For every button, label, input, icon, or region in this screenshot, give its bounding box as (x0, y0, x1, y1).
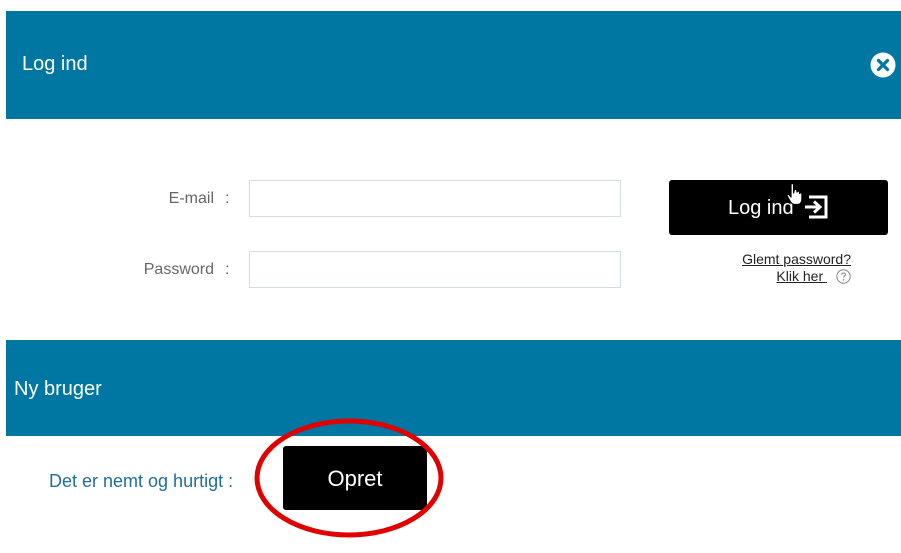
new-user-description: Det er nemt og hurtigt : (49, 471, 234, 491)
password-label: Password (143, 261, 214, 278)
create-button-label: Opret (327, 466, 383, 491)
login-header-title: Log ind (22, 53, 88, 75)
login-page: Log ind E-mail : Password : Log ind Glem… (0, 0, 901, 553)
forgot-password-link[interactable]: Glemt password? (700, 251, 851, 267)
email-label: E-mail (168, 190, 214, 207)
click-here-link[interactable]: Klik her (776, 268, 827, 284)
password-colon: : (225, 261, 230, 278)
click-here-row: Klik her (700, 268, 851, 284)
close-circle-icon (870, 52, 896, 78)
question-circle-icon[interactable] (836, 269, 851, 284)
create-account-button[interactable]: Opret (283, 446, 427, 510)
login-arrow-icon (805, 195, 828, 219)
login-button[interactable]: Log ind (669, 180, 888, 235)
close-button[interactable] (870, 52, 896, 78)
login-button-label: Log ind (728, 197, 794, 219)
password-field[interactable] (249, 251, 621, 288)
new-user-header: Ny bruger (6, 340, 901, 436)
email-colon: : (225, 190, 230, 207)
email-field[interactable] (249, 180, 621, 217)
login-header: Log ind (6, 11, 901, 119)
new-user-title: Ny bruger (14, 378, 102, 400)
